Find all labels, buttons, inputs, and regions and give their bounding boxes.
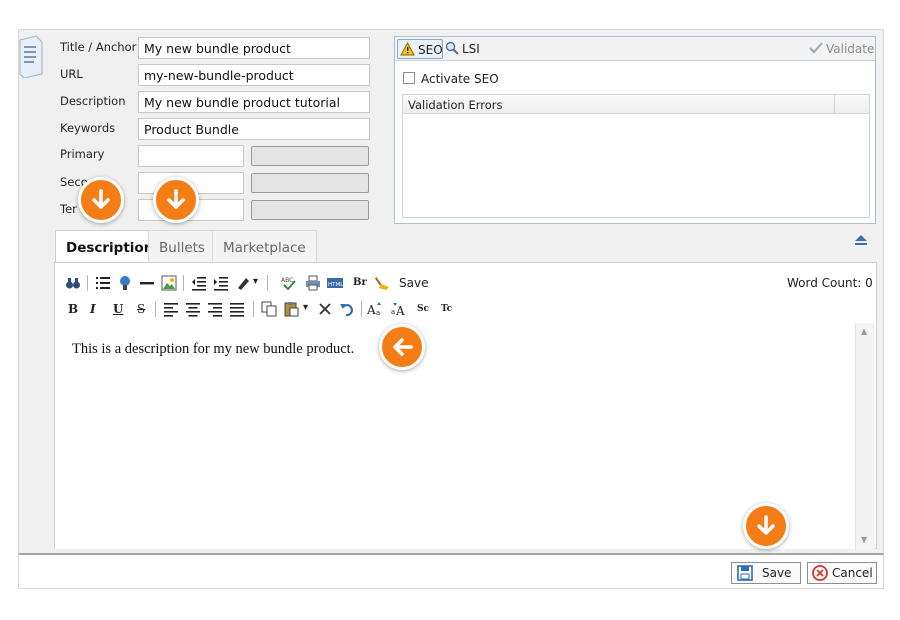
- seo-toolbar: SEO LSI Validate: [395, 37, 875, 61]
- word-count: Word Count: 0: [787, 276, 873, 290]
- seo-tab-label: SEO: [418, 43, 443, 57]
- editor-content-area[interactable]: This is a description for my new bundle …: [55, 323, 855, 549]
- print-icon[interactable]: [305, 275, 321, 295]
- url-input[interactable]: my-new-bundle-product: [138, 64, 370, 86]
- svg-text:A: A: [367, 303, 376, 317]
- title-anchor-label: Title / Anchor: [60, 40, 137, 54]
- validation-errors-header: Validation Errors: [403, 95, 869, 114]
- cancel-button-label: Cancel: [832, 566, 873, 580]
- spellcheck-icon[interactable]: ABC: [281, 275, 297, 295]
- keywords-input[interactable]: Product Bundle: [138, 118, 370, 140]
- bold-button[interactable]: B: [68, 301, 78, 317]
- scroll-down-icon[interactable]: ▼: [861, 535, 867, 544]
- arrow-down-icon: [757, 515, 775, 535]
- arrow-left-icon: [393, 338, 413, 356]
- cancel-button[interactable]: Cancel: [807, 562, 877, 584]
- highlight-pen-icon[interactable]: [235, 275, 251, 295]
- primary-keyword-input[interactable]: [138, 145, 244, 167]
- underline-button[interactable]: U: [113, 301, 123, 317]
- clear-format-broom-icon[interactable]: [374, 275, 391, 295]
- floppy-disk-icon: [737, 565, 753, 584]
- toolbar-separator: [155, 301, 156, 317]
- toolbar-separator: [267, 275, 268, 291]
- sentence-case-button[interactable]: Sc: [417, 301, 429, 317]
- bullet-list-icon[interactable]: [95, 275, 111, 295]
- description-label: Description: [60, 94, 126, 108]
- validation-errors-title: Validation Errors: [408, 98, 503, 112]
- validate-button[interactable]: Validate: [826, 42, 874, 56]
- cut-icon[interactable]: [317, 301, 333, 321]
- save-button-label: Save: [762, 566, 792, 580]
- editor-toolbar-row-2: B I U S ▾ Aa a A Sc Tc: [55, 301, 876, 325]
- document-icon: [18, 34, 44, 79]
- callout-arrow-down-3: [743, 503, 789, 549]
- insert-link-icon[interactable]: [117, 275, 133, 295]
- scroll-up-icon[interactable]: ▲: [861, 327, 867, 336]
- indent-icon[interactable]: [213, 275, 229, 295]
- secondary-keyword-button[interactable]: [251, 173, 369, 193]
- line-break-button[interactable]: Br: [353, 275, 367, 291]
- primary-keyword-label: Primary: [60, 147, 105, 161]
- svg-text:ABC: ABC: [281, 277, 293, 284]
- description-input[interactable]: My new bundle product tutorial: [138, 91, 370, 113]
- outdent-icon[interactable]: [191, 275, 207, 295]
- header-divider: [834, 95, 835, 114]
- checkmark-icon: [809, 42, 823, 57]
- svg-text:a: a: [376, 309, 380, 317]
- align-right-icon[interactable]: [207, 301, 223, 321]
- editor-toolbar-row-1: ▾ ABC HTML Br Save Word Count: 0: [55, 275, 876, 299]
- activate-seo-label: Activate SEO: [421, 72, 499, 86]
- tab-marketplace[interactable]: Marketplace: [212, 230, 317, 263]
- svg-text:HTML: HTML: [328, 282, 343, 288]
- chevron-down-icon[interactable]: ▾: [253, 274, 258, 290]
- arrow-down-icon: [92, 189, 110, 209]
- editor-scrollbar[interactable]: ▲ ▼: [855, 323, 875, 549]
- tertiary-keyword-label: Ter: [60, 202, 77, 216]
- toolbar-separator: [87, 275, 88, 291]
- svg-text:A: A: [395, 304, 405, 317]
- horizontal-rule-icon[interactable]: [139, 275, 155, 295]
- tab-bullets[interactable]: Bullets: [148, 230, 216, 263]
- editor-save-button[interactable]: Save: [399, 275, 428, 291]
- callout-arrow-left: [379, 324, 425, 370]
- html-source-icon[interactable]: HTML: [327, 275, 344, 295]
- cancel-x-icon: [812, 565, 828, 584]
- warning-icon: [400, 41, 415, 59]
- save-button[interactable]: Save: [731, 562, 801, 584]
- validation-errors-table: Validation Errors: [402, 94, 870, 218]
- align-center-icon[interactable]: [185, 301, 201, 321]
- align-left-icon[interactable]: [163, 301, 179, 321]
- tertiary-keyword-button[interactable]: [251, 200, 369, 220]
- keywords-label: Keywords: [60, 121, 116, 135]
- toolbar-separator: [183, 275, 184, 291]
- italic-button[interactable]: I: [90, 301, 96, 317]
- strikethrough-button[interactable]: S: [137, 301, 145, 317]
- editor-text: This is a description for my new bundle …: [72, 341, 355, 357]
- arrow-down-icon: [167, 189, 185, 209]
- insert-image-icon[interactable]: [161, 275, 177, 295]
- seo-panel: SEO LSI Validate Activate SEO Validation…: [394, 36, 876, 224]
- magnifier-icon: [445, 41, 459, 58]
- lsi-tab[interactable]: LSI: [462, 42, 480, 56]
- seo-tab[interactable]: SEO: [397, 39, 443, 59]
- paste-icon[interactable]: [283, 301, 299, 321]
- increase-font-size-icon[interactable]: Aa: [366, 301, 385, 321]
- copy-icon[interactable]: [261, 301, 277, 321]
- collapse-icon[interactable]: [854, 234, 868, 249]
- activate-seo-checkbox[interactable]: [403, 72, 415, 84]
- align-justify-icon[interactable]: [229, 301, 245, 321]
- toolbar-separator: [253, 301, 254, 317]
- url-label: URL: [60, 67, 83, 81]
- find-replace-icon[interactable]: [65, 275, 81, 295]
- undo-icon[interactable]: [339, 301, 355, 321]
- primary-keyword-button[interactable]: [251, 146, 369, 166]
- title-case-button[interactable]: Tc: [441, 301, 452, 317]
- callout-arrow-down-2: [153, 177, 199, 223]
- svg-text:a: a: [391, 308, 395, 316]
- decrease-font-size-icon[interactable]: aA: [391, 301, 409, 321]
- toolbar-separator: [361, 301, 362, 317]
- callout-arrow-down-1: [78, 177, 124, 223]
- title-anchor-input[interactable]: My new bundle product: [138, 37, 370, 59]
- chevron-down-icon[interactable]: ▾: [303, 300, 308, 316]
